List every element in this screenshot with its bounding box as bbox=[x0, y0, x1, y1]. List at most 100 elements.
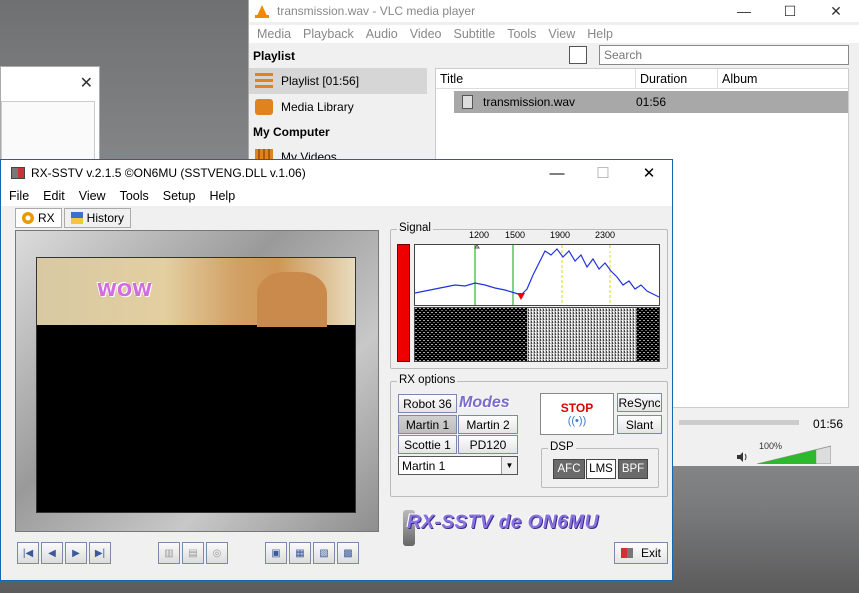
menu-audio[interactable]: Audio bbox=[366, 27, 398, 41]
vlc-menubar: Media Playback Audio Video Subtitle Tool… bbox=[249, 25, 859, 43]
save-icon[interactable]: ▦ bbox=[289, 542, 311, 564]
menu-setup[interactable]: Setup bbox=[163, 189, 196, 203]
row-duration: 01:56 bbox=[636, 95, 667, 109]
received-image: WOW bbox=[36, 257, 356, 513]
mode-pd120-button[interactable]: PD120 bbox=[458, 435, 518, 454]
sidebar-item-playlist[interactable]: Playlist [01:56] bbox=[249, 68, 427, 94]
menu-media[interactable]: Media bbox=[257, 27, 291, 41]
exit-button[interactable]: Exit bbox=[614, 542, 668, 564]
lms-toggle[interactable]: LMS bbox=[586, 459, 616, 479]
column-album[interactable]: Album bbox=[718, 69, 848, 88]
menu-edit[interactable]: Edit bbox=[43, 189, 65, 203]
stop-button[interactable]: STOP ((•)) bbox=[540, 393, 614, 435]
volume-slider[interactable] bbox=[757, 444, 831, 464]
close-icon[interactable]: ✕ bbox=[80, 73, 93, 93]
afc-toggle[interactable]: AFC bbox=[553, 459, 585, 479]
menu-help[interactable]: Help bbox=[209, 189, 235, 203]
mode-robot36-button[interactable]: Robot 36 bbox=[398, 394, 457, 413]
mode-martin1-button[interactable]: Martin 1 bbox=[398, 415, 457, 434]
vlc-title: transmission.wav - VLC media player bbox=[277, 4, 476, 18]
notch-label: Notch bbox=[418, 248, 455, 264]
menu-view[interactable]: View bbox=[548, 27, 575, 41]
rx-sstv-window: RX-SSTV v.2.1.5 ©ON6MU (SSTVENG.DLL v.1.… bbox=[0, 159, 673, 581]
resync-button[interactable]: ReSync bbox=[617, 393, 662, 412]
mode-scottie1-button[interactable]: Scottie 1 bbox=[398, 435, 457, 454]
minimize-button[interactable]: — bbox=[721, 0, 767, 22]
menu-help[interactable]: Help bbox=[587, 27, 613, 41]
my-computer-heading: My Computer bbox=[253, 125, 330, 139]
tab-rx[interactable]: RX bbox=[15, 208, 62, 228]
waterfall-graph bbox=[415, 308, 659, 361]
sidebar-item-label: Media Library bbox=[281, 100, 354, 114]
row-title: transmission.wav bbox=[483, 95, 576, 109]
freq-1900: 1900 bbox=[550, 230, 571, 240]
freq-2300: 2300 bbox=[595, 230, 616, 240]
maximize-button[interactable]: ☐ bbox=[580, 160, 626, 186]
menu-playback[interactable]: Playback bbox=[303, 27, 354, 41]
menu-video[interactable]: Video bbox=[410, 27, 442, 41]
mode-select-value: Martin 1 bbox=[402, 459, 446, 473]
media-library-icon bbox=[255, 99, 273, 115]
speaker-icon[interactable] bbox=[736, 451, 748, 463]
waterfall-display bbox=[414, 307, 660, 362]
slant-button[interactable]: Slant bbox=[617, 415, 662, 434]
menu-file[interactable]: File bbox=[9, 189, 29, 203]
export-icon[interactable]: ▩ bbox=[337, 542, 359, 564]
image-frame: WOW bbox=[15, 230, 379, 532]
total-time: 01:56 bbox=[813, 417, 844, 431]
playlist-heading: Playlist bbox=[253, 49, 296, 63]
seek-bar[interactable] bbox=[679, 420, 799, 425]
search-input[interactable]: Search bbox=[599, 45, 849, 65]
zoom-icon[interactable]: ◎ bbox=[206, 542, 228, 564]
menu-view[interactable]: View bbox=[79, 189, 106, 203]
close-button[interactable]: ✕ bbox=[813, 0, 859, 22]
rx-title: RX-SSTV v.2.1.5 ©ON6MU (SSTVENG.DLL v.1.… bbox=[31, 166, 306, 180]
spectrum-graph: Notch Overflow bbox=[414, 244, 660, 305]
tab-label: History bbox=[86, 211, 125, 225]
history-icon bbox=[70, 212, 83, 224]
rx-options-label: RX options bbox=[397, 374, 458, 386]
mode-martin2-button[interactable]: Martin 2 bbox=[458, 415, 518, 434]
minimize-button[interactable]: — bbox=[534, 160, 580, 186]
vlc-cone-icon bbox=[255, 4, 269, 18]
file-icon bbox=[462, 95, 473, 109]
next-image-button[interactable]: ▶ bbox=[65, 542, 87, 564]
column-duration[interactable]: Duration bbox=[636, 69, 718, 88]
freq-1200: 1200 bbox=[469, 230, 490, 240]
spectrum-display[interactable]: Notch Overflow bbox=[414, 244, 660, 306]
exit-label: Exit bbox=[640, 546, 661, 560]
last-image-button[interactable]: ▶| bbox=[89, 542, 111, 564]
brand-logo: RX-SSTV de ON6MU bbox=[407, 512, 599, 533]
save-all-icon[interactable]: ▧ bbox=[313, 542, 335, 564]
table-row[interactable]: transmission.wav 01:56 bbox=[454, 91, 848, 113]
previous-image-button[interactable]: ◀ bbox=[41, 542, 63, 564]
freq-1500: 1500 bbox=[505, 230, 526, 240]
tab-label: RX bbox=[38, 211, 55, 225]
maximize-button[interactable]: ☐ bbox=[767, 0, 813, 22]
close-button[interactable]: ✕ bbox=[626, 160, 672, 186]
playlist-view-button[interactable] bbox=[569, 46, 587, 64]
folder-icon[interactable]: ▤ bbox=[182, 542, 204, 564]
menu-subtitle[interactable]: Subtitle bbox=[454, 27, 496, 41]
frequency-labels: 1200 1500 1900 2300 bbox=[415, 230, 665, 242]
dsp-label: DSP bbox=[548, 441, 576, 453]
stop-label: STOP bbox=[560, 401, 594, 415]
signal-level-bar bbox=[397, 244, 410, 362]
mode-select[interactable]: Martin 1 ▼ bbox=[398, 456, 518, 475]
overflow-label: Overflow bbox=[604, 247, 656, 262]
menu-tools[interactable]: Tools bbox=[507, 27, 536, 41]
bpf-toggle[interactable]: BPF bbox=[618, 459, 648, 479]
modes-label: Modes bbox=[459, 394, 510, 411]
playlist-icon bbox=[255, 73, 273, 89]
sidebar-item-media-library[interactable]: Media Library bbox=[249, 94, 427, 120]
column-title[interactable]: Title bbox=[436, 69, 636, 88]
copy-icon[interactable]: ▣ bbox=[265, 542, 287, 564]
tab-history[interactable]: History bbox=[63, 208, 132, 228]
chevron-down-icon[interactable]: ▼ bbox=[501, 457, 517, 474]
menu-tools[interactable]: Tools bbox=[120, 189, 149, 203]
delete-icon[interactable]: ▥ bbox=[158, 542, 180, 564]
image-text: WOW bbox=[97, 280, 153, 301]
first-image-button[interactable]: |◀ bbox=[17, 542, 39, 564]
wireless-icon: ((•)) bbox=[567, 415, 587, 427]
image-ear-shape bbox=[257, 272, 327, 327]
